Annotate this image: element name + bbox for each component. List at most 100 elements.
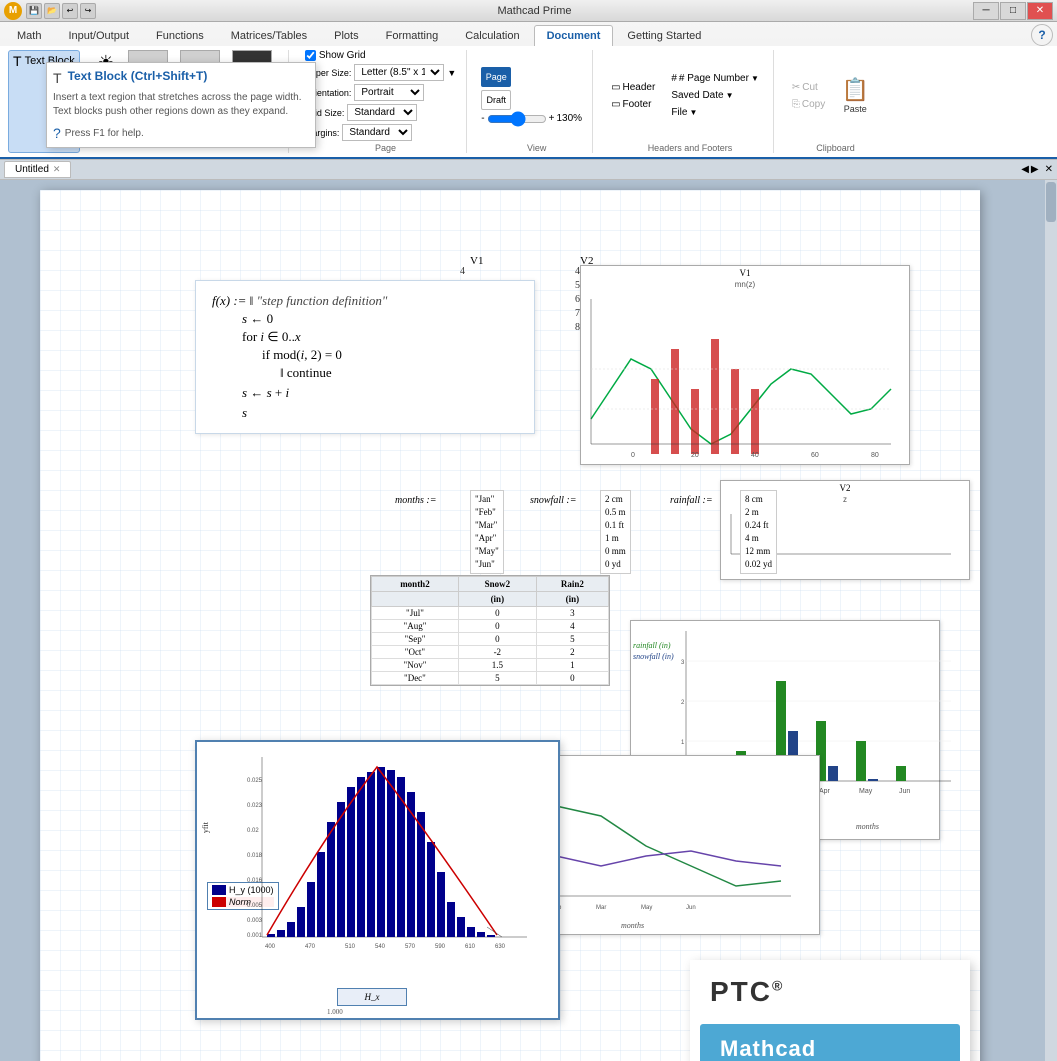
svg-text:570: 570: [405, 944, 416, 950]
header-btn[interactable]: ▭ Header: [607, 80, 659, 95]
margins-select[interactable]: Standard: [342, 124, 412, 141]
tab-input-output[interactable]: Input/Output: [55, 25, 142, 46]
show-grid-check[interactable]: Show Grid: [305, 50, 456, 61]
view-group: Page Draft - + 130% V: [481, 50, 593, 153]
table-row: "Dec"50: [372, 672, 609, 685]
tab-document[interactable]: Document: [534, 25, 614, 46]
col-snow2: Snow2: [458, 577, 536, 592]
doc-close-all[interactable]: ✕: [1045, 164, 1053, 175]
close-btn[interactable]: ✕: [1027, 2, 1053, 20]
doc-scroll-right[interactable]: ▶: [1031, 164, 1039, 175]
doc-tab-name: Untitled: [15, 164, 49, 175]
help-btn[interactable]: ?: [1031, 24, 1053, 46]
math-line-6: s ← s + i: [212, 385, 518, 401]
doc-tab-bar: Untitled ✕ ◀ ▶ ✕: [0, 160, 1057, 180]
svg-text:Mar: Mar: [596, 905, 606, 911]
footer-btn[interactable]: ▭ Footer: [607, 97, 659, 112]
tooltip-hint: Press F1 for help.: [65, 128, 144, 139]
table-row: "Jul"03: [372, 607, 609, 620]
table-row: "Aug"04: [372, 620, 609, 633]
snow2-unit: (in): [458, 592, 536, 607]
zoom-plus[interactable]: +: [549, 113, 555, 124]
scrollbar-thumb[interactable]: [1046, 182, 1056, 222]
orientation-select[interactable]: Portrait: [354, 84, 424, 101]
zoom-minus[interactable]: -: [481, 113, 484, 124]
maximize-btn[interactable]: □: [1000, 2, 1026, 20]
tab-math[interactable]: Math: [4, 25, 54, 46]
svg-text:80: 80: [871, 452, 879, 459]
cut-btn[interactable]: ✂ Cut: [788, 80, 829, 95]
svg-text:60: 60: [811, 452, 819, 459]
save-quick-btn[interactable]: 💾: [26, 3, 42, 19]
tab-plots[interactable]: Plots: [321, 25, 371, 46]
svg-text:0.02: 0.02: [247, 828, 259, 834]
tooltip-help-icon: ?: [53, 125, 61, 141]
table-row: "Sep"05: [372, 633, 609, 646]
window-controls: ─ □ ✕: [973, 2, 1053, 20]
doc-tab-right: ◀ ▶ ✕: [1021, 164, 1053, 175]
paper-size-select[interactable]: Letter (8.5" x 11"): [354, 64, 444, 81]
draft-view-btn[interactable]: Draft: [481, 90, 511, 110]
app-logo: M: [4, 2, 22, 20]
tab-formatting[interactable]: Formatting: [373, 25, 452, 46]
main-document: V1 V2 4 5 6 7 8 4 5 6 7 8 f(x) := ‖ "ste…: [40, 190, 980, 1061]
svg-text:1: 1: [681, 740, 685, 746]
copy-btn[interactable]: ⎘ Copy: [788, 97, 829, 112]
tab-getting-started[interactable]: Getting Started: [614, 25, 714, 46]
tab-functions[interactable]: Functions: [143, 25, 217, 46]
paste-btn[interactable]: 📋 Paste: [837, 75, 873, 116]
chart3-xlabel: months: [856, 822, 879, 831]
ptc-logo-area: PTC®: [690, 960, 970, 1024]
workspace: V1 V2 4 5 6 7 8 4 5 6 7 8 f(x) := ‖ "ste…: [0, 180, 1057, 1061]
tab-calculation[interactable]: Calculation: [452, 25, 532, 46]
headers-footers-label: Headers and Footers: [607, 143, 773, 153]
file-btn[interactable]: File ▼: [667, 105, 763, 120]
col-month2: month2: [372, 577, 459, 592]
page-group: Show Grid Paper Size: Letter (8.5" x 11"…: [305, 50, 467, 153]
page-number-btn[interactable]: # # Page Number ▼: [667, 71, 763, 86]
doc-tab-close-btn[interactable]: ✕: [53, 164, 61, 175]
doc-tab-untitled[interactable]: Untitled ✕: [4, 161, 71, 178]
histogram-svg: 0.025 0.023 0.02 0.018 0.016 0.005 0.003…: [247, 752, 537, 982]
tab-matrices-tables[interactable]: Matrices/Tables: [218, 25, 320, 46]
view-group-content: Page Draft - + 130%: [481, 50, 582, 153]
histogram-xlabel-box[interactable]: H_x: [337, 988, 407, 1006]
svg-text:0.005: 0.005: [247, 903, 263, 909]
ribbon-tabs: Math Input/Output Functions Matrices/Tab…: [0, 22, 1057, 46]
zoom-slider[interactable]: [487, 115, 547, 123]
saved-date-btn[interactable]: Saved Date ▼: [667, 88, 763, 103]
quick-access-toolbar: 💾 📂 ↩ ↪: [26, 3, 96, 19]
svg-text:0.018: 0.018: [247, 853, 263, 859]
headers-footers-group: ▭ Header ▭ Footer # # Page Number ▼: [607, 50, 774, 153]
show-grid-checkbox[interactable]: [305, 50, 316, 61]
svg-text:2: 2: [681, 700, 685, 706]
minimize-btn[interactable]: ─: [973, 2, 999, 20]
open-quick-btn[interactable]: 📂: [44, 3, 60, 19]
grid-size-select[interactable]: Standard: [347, 104, 417, 121]
ptc-trademark: ®: [772, 978, 784, 994]
chart-v1-svg: 0 20 40 60 80: [581, 289, 901, 459]
undo-quick-btn[interactable]: ↩: [62, 3, 78, 19]
ptc-product-name: Mathcad: [720, 1036, 940, 1061]
page-view-btn[interactable]: Page: [481, 67, 511, 87]
title-bar-left: M 💾 📂 ↩ ↪: [4, 2, 96, 20]
chart-v1-title: V1: [581, 266, 909, 280]
svg-text:Jun: Jun: [686, 905, 696, 911]
col-rain2: Rain2: [536, 577, 608, 592]
svg-text:0.003: 0.003: [247, 918, 263, 924]
math-line-7: s: [212, 405, 518, 421]
histogram: yfit H_y (1000) Norm 0.025 0.023: [195, 740, 560, 1020]
ptc-banner: Mathcad PrimeΣ: [700, 1024, 960, 1061]
svg-text:400: 400: [265, 944, 276, 950]
snowfall-label: snowfall :=: [530, 495, 576, 506]
scissors-icon: ✂: [792, 82, 800, 93]
zoom-level: 130%: [556, 113, 582, 124]
doc-scroll-left[interactable]: ◀: [1021, 164, 1029, 175]
hash-icon: #: [671, 73, 677, 84]
page-group-content: Show Grid Paper Size: Letter (8.5" x 11"…: [305, 50, 456, 153]
footer-icon: ▭: [611, 99, 620, 110]
redo-quick-btn[interactable]: ↪: [80, 3, 96, 19]
v1-label: V1: [470, 255, 483, 267]
svg-text:May: May: [641, 905, 652, 911]
svg-text:0: 0: [631, 452, 635, 459]
